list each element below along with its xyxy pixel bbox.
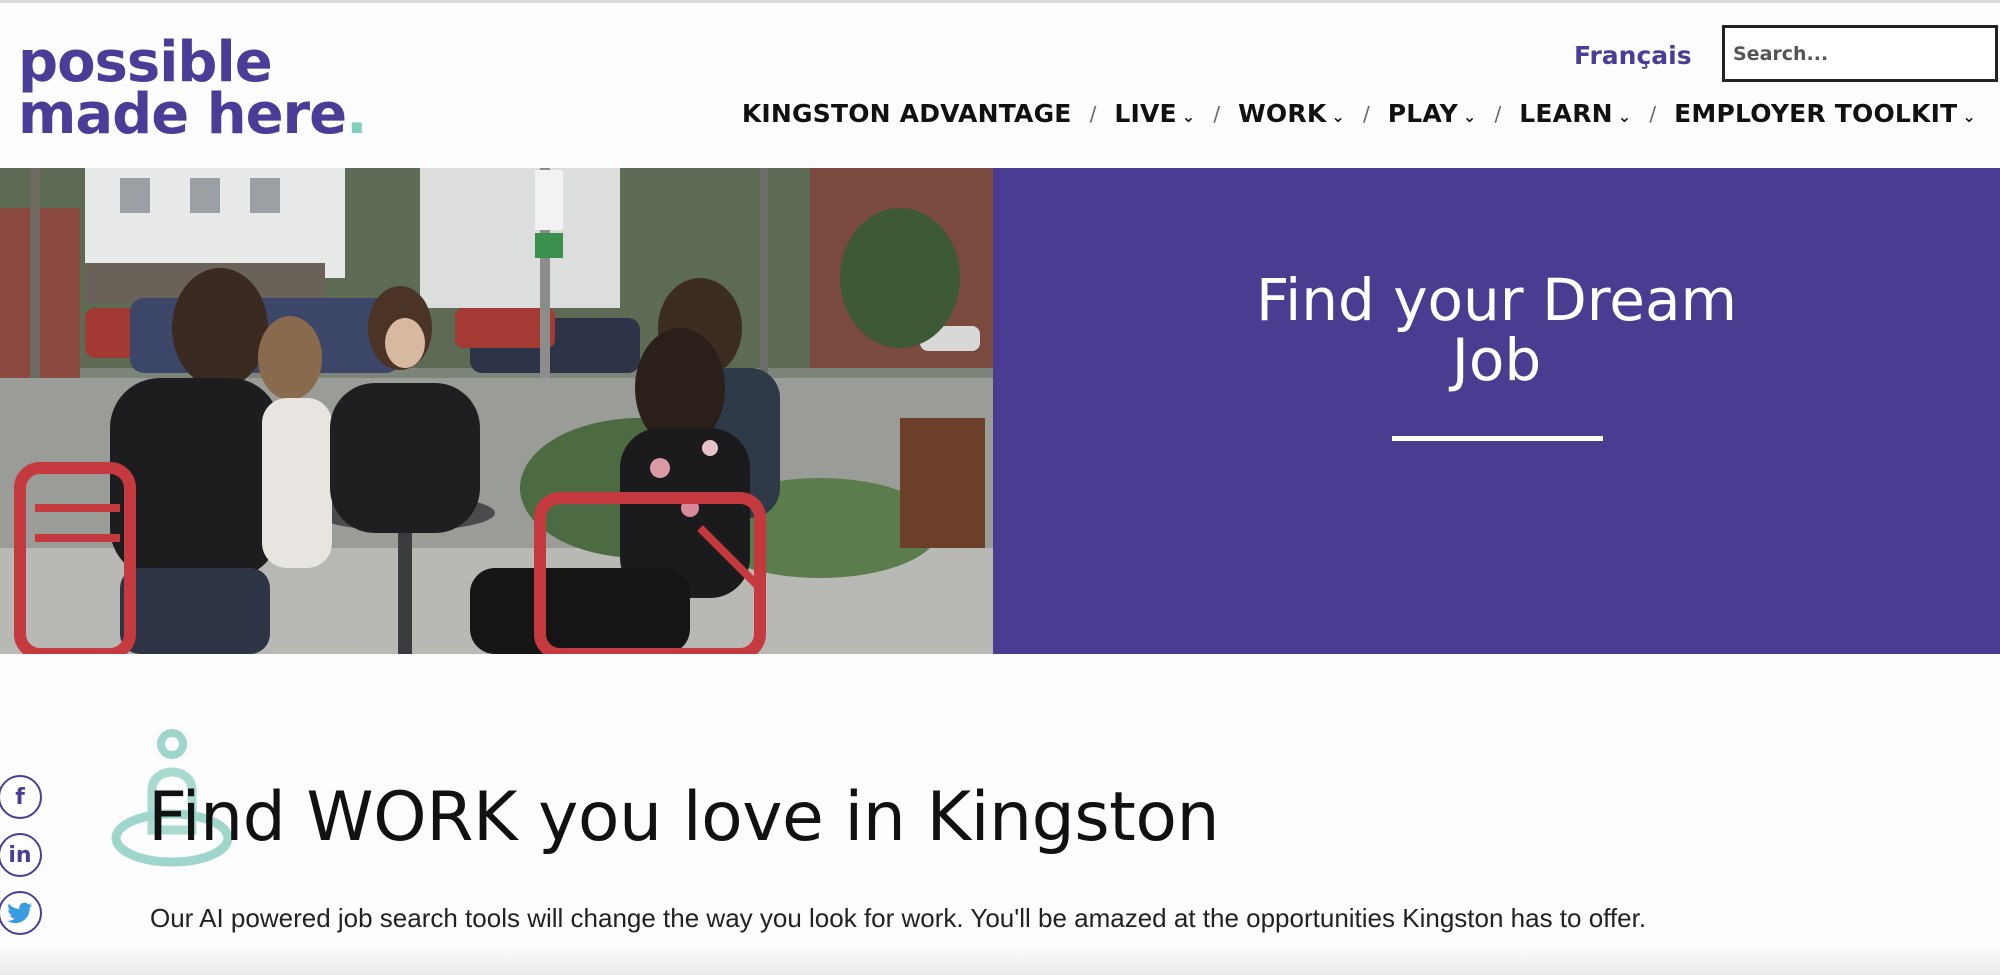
site-logo[interactable]: possible made here. bbox=[18, 35, 367, 147]
nav-item-live[interactable]: LIVE ⌄ bbox=[1114, 99, 1195, 128]
section-description: Our AI powered job search tools will cha… bbox=[150, 903, 1647, 933]
twitter-icon bbox=[7, 902, 32, 924]
main-nav: KINGSTON ADVANTAGE / LIVE ⌄ / WORK ⌄ / P… bbox=[742, 99, 1976, 128]
nav-item-employer-toolkit[interactable]: EMPLOYER TOOLKIT ⌄ bbox=[1674, 99, 1976, 128]
chevron-down-icon: ⌄ bbox=[1962, 107, 1976, 126]
nav-separator: / bbox=[1363, 101, 1370, 126]
section-title: Find WORK you love in Kingston bbox=[148, 778, 1220, 857]
nav-item-learn[interactable]: LEARN ⌄ bbox=[1519, 99, 1631, 128]
nav-label: LIVE bbox=[1114, 99, 1177, 128]
nav-label: KINGSTON ADVANTAGE bbox=[741, 99, 1072, 128]
nav-separator: / bbox=[1089, 101, 1097, 126]
language-link-francais[interactable]: Français bbox=[1574, 41, 1692, 70]
chevron-down-icon: ⌄ bbox=[1462, 107, 1477, 126]
facebook-share-button[interactable]: f bbox=[0, 775, 42, 819]
hero-photo-people-at-table bbox=[0, 168, 993, 654]
social-share-bar: f in bbox=[0, 775, 44, 949]
chevron-down-icon: ⌄ bbox=[1617, 107, 1632, 126]
nav-label: WORK bbox=[1238, 99, 1327, 128]
facebook-icon: f bbox=[15, 784, 25, 810]
chevron-down-icon: ⌄ bbox=[1181, 107, 1196, 126]
logo-line-2-text: made here bbox=[18, 82, 347, 147]
logo-dot: . bbox=[346, 82, 367, 147]
nav-item-kingston-advantage[interactable]: KINGSTON ADVANTAGE bbox=[742, 99, 1072, 128]
hero-banner: Find your Dream Job bbox=[0, 168, 2000, 654]
bottom-shadow bbox=[0, 945, 2000, 975]
logo-line-2: made here. bbox=[18, 87, 367, 143]
hero-title-line-1: Find your Dream bbox=[1255, 266, 1738, 334]
nav-label: LEARN bbox=[1519, 99, 1613, 128]
search-input[interactable] bbox=[1722, 25, 1998, 82]
nav-item-play[interactable]: PLAY ⌄ bbox=[1388, 99, 1477, 128]
chevron-down-icon: ⌄ bbox=[1331, 107, 1346, 126]
nav-label: EMPLOYER TOOLKIT bbox=[1674, 99, 1958, 128]
nav-item-work[interactable]: WORK ⌄ bbox=[1238, 99, 1345, 128]
hero-title: Find your Dream Job bbox=[993, 270, 2000, 390]
nav-separator: / bbox=[1494, 101, 1502, 126]
nav-separator: / bbox=[1213, 101, 1221, 126]
linkedin-share-button[interactable]: in bbox=[0, 833, 42, 877]
linkedin-icon: in bbox=[8, 842, 32, 868]
site-header: possible made here. Français KINGSTON AD… bbox=[0, 0, 2000, 168]
hero-photo-illustration bbox=[0, 168, 993, 654]
hero-title-line-2: Job bbox=[1451, 326, 1542, 394]
hero-panel: Find your Dream Job bbox=[993, 168, 2000, 654]
nav-separator: / bbox=[1649, 101, 1657, 126]
hero-divider bbox=[1392, 436, 1603, 441]
nav-label: PLAY bbox=[1387, 99, 1458, 128]
twitter-share-button[interactable] bbox=[0, 891, 42, 935]
